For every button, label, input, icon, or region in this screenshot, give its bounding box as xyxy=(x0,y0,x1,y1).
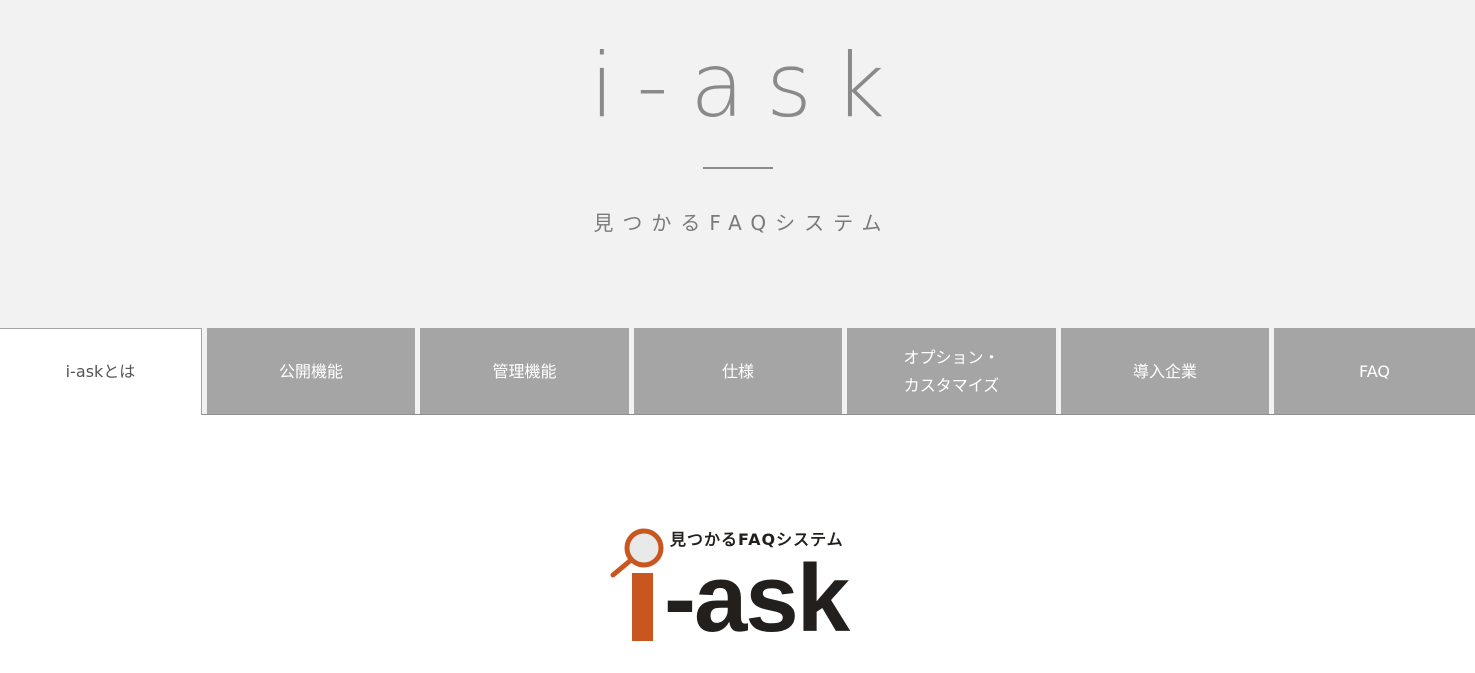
tab-label-line1: オプション・ xyxy=(903,347,1000,367)
tab-admin-features[interactable]: 管理機能 xyxy=(420,328,629,415)
tab-label: 仕様 xyxy=(721,361,754,381)
nav-tabs: i-askとは 公開機能 管理機能 仕様 オプション・ カスタマイズ 導入企業 … xyxy=(0,328,1475,415)
tabs-divider xyxy=(202,414,1475,415)
i-ask-logo: 見つかるFAQシステム -ask xyxy=(608,525,870,647)
tab-label: FAQ xyxy=(1359,361,1390,381)
tab-label: 導入企業 xyxy=(1132,361,1197,381)
tab-label: 管理機能 xyxy=(492,361,557,381)
hero-subtitle: 見つかるFAQシステム xyxy=(593,211,891,235)
tab-label: i-askとは xyxy=(65,362,136,381)
tab-options-customize[interactable]: オプション・ カスタマイズ xyxy=(847,328,1056,415)
tab-public-features[interactable]: 公開機能 xyxy=(207,328,415,415)
tab-label: 公開機能 xyxy=(278,361,343,381)
tab-label-line2: カスタマイズ xyxy=(903,375,1000,395)
tab-clients[interactable]: 導入企業 xyxy=(1061,328,1269,415)
tab-about[interactable]: i-askとは xyxy=(0,328,202,415)
hero-title: i-ask xyxy=(590,34,907,137)
logo-wordmark: -ask xyxy=(664,545,850,652)
tab-specs[interactable]: 仕様 xyxy=(634,328,842,415)
hero-divider xyxy=(703,167,773,169)
magnifier-i-icon xyxy=(610,528,664,641)
tab-faq[interactable]: FAQ xyxy=(1274,328,1475,415)
